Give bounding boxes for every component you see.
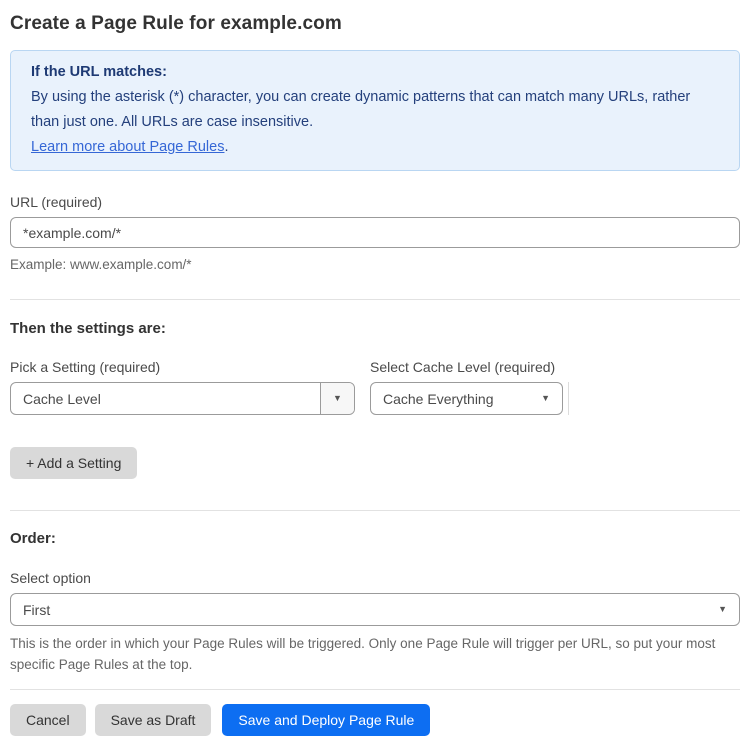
url-field-group: URL (required) Example: www.example.com/…	[10, 194, 740, 275]
url-match-info-box: If the URL matches: By using the asteris…	[10, 50, 740, 171]
learn-more-page-rules-link[interactable]: Learn more about Page Rules	[31, 139, 224, 155]
order-select[interactable]: First ▼	[10, 593, 740, 626]
section-divider	[10, 299, 740, 300]
cache-level-select[interactable]: Cache Everything ▼	[370, 382, 563, 415]
setting-picker-value: Cache Level	[23, 390, 101, 407]
section-divider	[10, 510, 740, 511]
url-input[interactable]	[10, 217, 740, 248]
setting-divider	[568, 382, 569, 415]
cancel-button[interactable]: Cancel	[10, 704, 86, 736]
url-helper-text: Example: www.example.com/*	[10, 257, 192, 272]
settings-row: Pick a Setting (required) Cache Level ▼ …	[10, 359, 740, 415]
settings-heading: Then the settings are:	[10, 320, 166, 337]
section-divider	[10, 689, 740, 690]
form-actions: Cancel Save as Draft Save and Deploy Pag…	[10, 704, 740, 736]
info-box-link-line: Learn more about Page Rules.	[31, 135, 719, 160]
cache-level-value: Cache Everything	[383, 390, 494, 407]
order-heading: Order:	[10, 530, 56, 547]
setting-picker-group: Pick a Setting (required) Cache Level ▼	[10, 359, 355, 415]
order-helper-text: This is the order in which your Page Rul…	[10, 636, 716, 672]
info-box-body: By using the asterisk (*) character, you…	[31, 89, 691, 130]
link-period: .	[224, 139, 229, 155]
chevron-down-icon[interactable]: ▼	[320, 383, 354, 414]
add-setting-button[interactable]: + Add a Setting	[10, 447, 138, 479]
info-box-heading: If the URL matches:	[31, 64, 167, 80]
page-title: Create a Page Rule for example.com	[10, 13, 342, 34]
order-select-label: Select option	[10, 570, 91, 586]
save-and-deploy-button[interactable]: Save and Deploy Page Rule	[222, 704, 431, 736]
setting-picker-label: Pick a Setting (required)	[10, 359, 161, 375]
setting-picker-select[interactable]: Cache Level ▼	[10, 382, 355, 415]
create-page-rule-form: Create a Page Rule for example.com If th…	[0, 0, 750, 736]
order-select-value: First	[23, 601, 51, 618]
save-as-draft-button[interactable]: Save as Draft	[94, 704, 212, 736]
chevron-down-icon: ▼	[541, 393, 550, 403]
cache-level-group: Select Cache Level (required) Cache Ever…	[370, 359, 563, 415]
chevron-down-icon: ▼	[718, 604, 727, 614]
cache-level-label: Select Cache Level (required)	[370, 359, 556, 375]
url-label: URL (required)	[10, 194, 103, 210]
